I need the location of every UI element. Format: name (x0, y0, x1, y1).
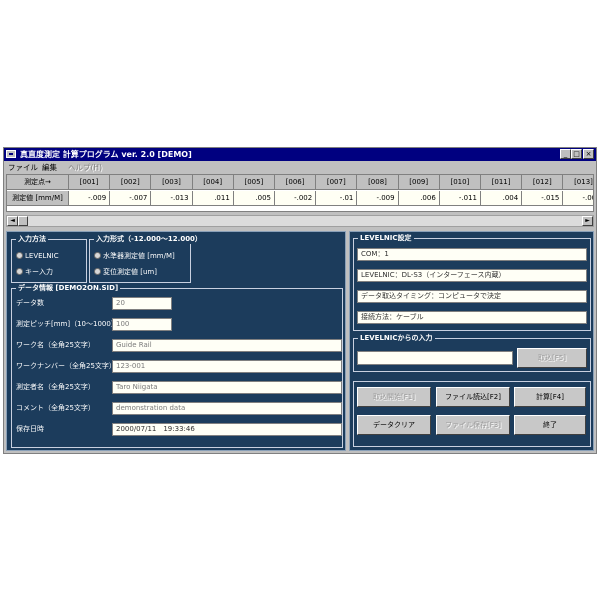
radio-displacement-value-label: 変位測定値 [um] (103, 268, 157, 276)
grid-point-header[interactable]: [001] (69, 175, 111, 190)
app-icon (6, 150, 16, 158)
file-save-button[interactable]: ファイル保存[F3] (436, 415, 510, 435)
action-buttons-group: 取込開始[F1] ファイル読込[F2] 計算[F4] データクリア ファイル保存… (353, 381, 591, 447)
operator-name-label: 測定者名（全角25文字） (16, 383, 95, 391)
radio-dot-icon (16, 267, 23, 275)
menu-edit[interactable]: 編集 (42, 162, 57, 173)
minimize-button[interactable]: _ (560, 149, 571, 159)
start-capture-button[interactable]: 取込開始[F1] (357, 387, 431, 407)
radio-dot-icon (94, 251, 101, 259)
levelnic-input-group: LEVELNICからの入力 取込[F5] (353, 333, 591, 372)
levelnic-input-label: LEVELNICからの入力 (358, 333, 435, 343)
grid-value-cell[interactable]: -.013 (151, 191, 193, 206)
grid-point-header[interactable]: [007] (316, 175, 358, 190)
grid-point-header[interactable]: [005] (233, 175, 275, 190)
work-name-field[interactable]: Guide Rail (112, 339, 342, 352)
input-method-label: 入力方法 (16, 234, 48, 244)
grid-value-cell[interactable]: -.015 (522, 191, 564, 206)
work-name-label: ワーク名（全角25文字） (16, 341, 95, 349)
capture-f5-button[interactable]: 取込[F5] (517, 348, 587, 368)
connection-method-field: 接続方法：ケーブル (357, 311, 587, 324)
main-window: 真直度測定 計算プログラム ver. 2.0 [DEMO] _ □ × ファイル… (3, 147, 597, 454)
input-format-group: 入力形式（-12.000～12.000） 水準器測定値 [mm/M] 変位測定値… (89, 234, 204, 283)
grid-value-cell[interactable]: -.002 (275, 191, 317, 206)
menu-file[interactable]: ファイル (8, 162, 38, 173)
radio-key-input-label: キー入力 (25, 268, 53, 276)
title-bar[interactable]: 真直度測定 計算プログラム ver. 2.0 [DEMO] _ □ × (4, 148, 596, 161)
grid-value-cell[interactable]: .005 (233, 191, 275, 206)
pitch-label: 測定ピッチ[mm]（10～1000） (16, 320, 118, 328)
data-info-label: データ情報 [DEMO2ON.SID] (16, 283, 121, 293)
capture-timing-field: データ取込タイミング：コンピュータで決定 (357, 290, 587, 303)
radio-displacement-value[interactable]: 変位測定値 [um] (94, 267, 157, 277)
measurement-grid[interactable]: 測定点→ 測定値 [mm/M] [001] -.009 [002] -.007 [003] -… (6, 174, 594, 212)
grid-value-cell[interactable]: .011 (192, 191, 234, 206)
grid-point-header[interactable]: [008] (357, 175, 399, 190)
input-method-group: 入力方法 LEVELNIC キー入力 (11, 234, 87, 283)
operator-name-field[interactable]: Taro Niigata (112, 381, 342, 394)
scroll-left-icon[interactable]: ◄ (7, 216, 18, 226)
close-button[interactable]: × (583, 149, 594, 159)
radio-dot-icon (16, 251, 23, 259)
save-date-field[interactable]: 2000/07/11 19:33:46 (112, 423, 342, 436)
data-clear-button[interactable]: データクリア (357, 415, 431, 435)
grid-value-cell[interactable]: .004 (481, 191, 523, 206)
grid-value-cell[interactable]: .006 (398, 191, 440, 206)
radio-levelnic-label: LEVELNIC (25, 252, 59, 260)
grid-value-cell[interactable]: -.01 (316, 191, 358, 206)
radio-key-input[interactable]: キー入力 (16, 267, 53, 277)
data-count-label: データ数 (16, 299, 44, 307)
grid-point-header[interactable]: [003] (151, 175, 193, 190)
data-info-group: データ情報 [DEMO2ON.SID] データ数 20 測定ピッチ[mm]（10… (11, 283, 343, 448)
save-date-label: 保存日時 (16, 425, 44, 433)
work-number-label: ワークナンバー（全角25文字） (16, 362, 116, 370)
scroll-thumb[interactable] (18, 216, 28, 226)
levelnic-model-field: LEVELNIC：DL-S3（インターフェース内蔵） (357, 269, 587, 282)
grid-value-cell[interactable]: -.009 (69, 191, 111, 206)
grid-value-cell[interactable]: -.007 (110, 191, 152, 206)
grid-point-header[interactable]: [006] (275, 175, 317, 190)
horizontal-scrollbar[interactable]: ◄ ► (6, 215, 594, 227)
menu-bar: ファイル 編集 ヘルプ(H) (4, 161, 596, 173)
radio-dot-icon (94, 267, 101, 275)
scroll-right-icon[interactable]: ► (582, 216, 593, 226)
grid-point-header[interactable]: [004] (192, 175, 234, 190)
work-number-field[interactable]: 123-001 (112, 360, 342, 373)
grid-point-header[interactable]: [010] (439, 175, 481, 190)
grid-point-header[interactable]: [012] (522, 175, 564, 190)
left-panel: 入力方法 LEVELNIC キー入力 入力形式（-12.000～12.000） … (6, 231, 346, 451)
right-panel: LEVELNIC設定 COM：1 LEVELNIC：DL-S3（インターフェース… (349, 231, 594, 451)
radio-level-value[interactable]: 水準器測定値 [mm/M] (94, 251, 175, 261)
grid-value-cell[interactable]: -.008 (563, 191, 593, 206)
data-count-field[interactable]: 20 (112, 297, 172, 310)
grid-value-cell[interactable]: -.009 (357, 191, 399, 206)
grid-point-header[interactable]: [002] (110, 175, 152, 190)
grid-header-label[interactable]: 測定点→ (7, 175, 69, 190)
comment-field[interactable]: demonstration data (112, 402, 342, 415)
com-port-field: COM：1 (357, 248, 587, 261)
comment-label: コメント（全角25文字） (16, 404, 95, 412)
input-format-label: 入力形式（-12.000～12.000） (94, 234, 204, 244)
menu-help[interactable]: ヘルプ(H) (68, 162, 102, 173)
pitch-field[interactable]: 100 (112, 318, 172, 331)
levelnic-input-field[interactable] (357, 351, 513, 365)
window-title: 真直度測定 計算プログラム ver. 2.0 [DEMO] (20, 150, 192, 159)
grid-point-header[interactable]: [009] (398, 175, 440, 190)
grid-point-header[interactable]: [011] (481, 175, 523, 190)
levelnic-settings-group: LEVELNIC設定 COM：1 LEVELNIC：DL-S3（インターフェース… (353, 233, 591, 331)
file-read-button[interactable]: ファイル読込[F2] (436, 387, 510, 407)
radio-level-value-label: 水準器測定値 [mm/M] (103, 252, 175, 260)
grid-point-header[interactable]: [013] (563, 175, 593, 190)
radio-levelnic[interactable]: LEVELNIC (16, 251, 59, 261)
grid-value-cell[interactable]: -.011 (439, 191, 481, 206)
levelnic-settings-label: LEVELNIC設定 (358, 233, 414, 243)
grid-value-label[interactable]: 測定値 [mm/M] (7, 191, 69, 206)
exit-button[interactable]: 終了 (514, 415, 586, 435)
calculate-button[interactable]: 計算[F4] (514, 387, 586, 407)
maximize-button[interactable]: □ (571, 149, 582, 159)
